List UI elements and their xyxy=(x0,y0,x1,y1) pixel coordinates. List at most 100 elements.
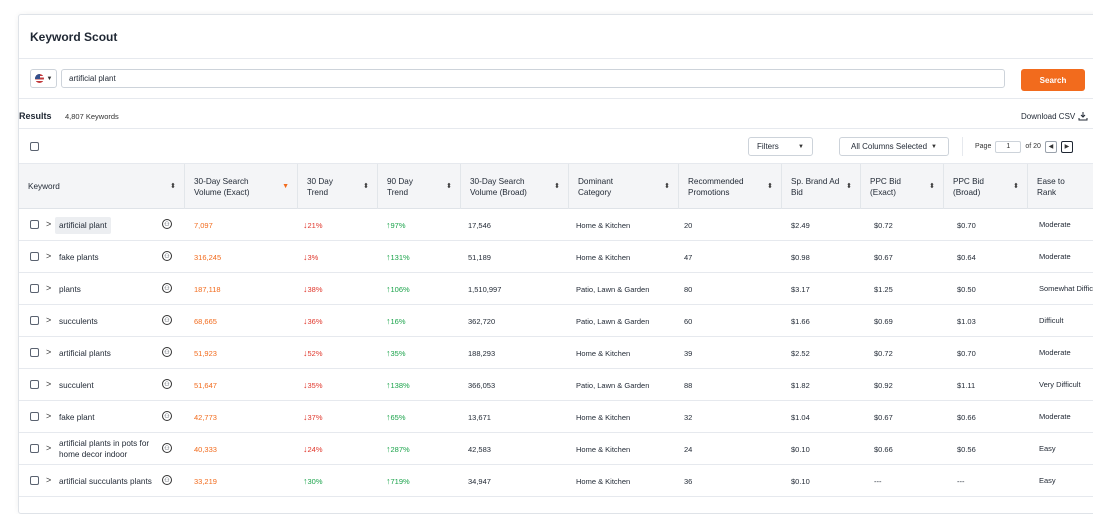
column-header-label: 90 Day Trend xyxy=(387,176,413,197)
table-row[interactable]: > succulents ⚇ 68,665 ↓36% ↑16% 362,720 … xyxy=(19,305,1093,337)
row-checkbox[interactable] xyxy=(30,252,39,261)
sort-icon[interactable]: ⬍ xyxy=(170,181,176,192)
columns-dropdown[interactable]: All Columns Selected ▼ xyxy=(839,137,949,156)
table-row[interactable]: > artificial plants in pots for home dec… xyxy=(19,433,1093,465)
sort-icon[interactable]: ⬍ xyxy=(1013,181,1019,192)
column-header-broad-volume[interactable]: 30-Day Search Volume (Broad) ⬍ xyxy=(461,164,569,209)
marketplace-dropdown[interactable]: ▼ xyxy=(30,69,57,88)
column-header-sp-brand-ad-bid[interactable]: Sp. Brand Ad Bid ⬍ xyxy=(782,164,861,209)
search-input[interactable] xyxy=(61,69,1005,88)
chevron-down-icon: ▼ xyxy=(46,75,53,82)
keyword-cell[interactable]: fake plant xyxy=(59,401,164,433)
row-checkbox[interactable] xyxy=(30,284,39,293)
select-all-checkbox[interactable] xyxy=(30,142,39,151)
person-icon[interactable]: ⚇ xyxy=(162,443,172,453)
table-row[interactable]: > artificial succulants plants ⚇ 33,219 … xyxy=(19,465,1093,497)
person-icon[interactable]: ⚇ xyxy=(162,347,172,357)
sort-icon[interactable]: ⬍ xyxy=(363,181,369,192)
keyword-cell[interactable]: plants xyxy=(59,273,164,305)
row-checkbox[interactable] xyxy=(30,316,39,325)
broad-volume-cell: 51,189 xyxy=(468,252,491,262)
keyword-cell[interactable]: artificial succulants plants xyxy=(59,465,164,497)
ppc-broad-cell: $1.03 xyxy=(957,316,976,326)
ppc-exact-cell: $0.67 xyxy=(874,412,893,422)
table-row[interactable]: > artificial plant ⚇ 7,097 ↓21% ↑97% 17,… xyxy=(19,209,1093,241)
prev-page-button[interactable]: ◀ xyxy=(1044,140,1057,153)
person-icon[interactable]: ⚇ xyxy=(162,411,172,421)
keyword-cell[interactable]: succulent xyxy=(59,369,164,401)
person-icon[interactable]: ⚇ xyxy=(162,219,172,229)
chevron-right-icon[interactable]: > xyxy=(46,443,51,453)
sort-icon[interactable]: ⬍ xyxy=(929,181,935,192)
search-button[interactable]: Search xyxy=(1021,69,1085,91)
ease-to-rank-cell: Moderate xyxy=(1039,348,1071,357)
row-checkbox[interactable] xyxy=(30,220,39,229)
sort-icon[interactable]: ⬍ xyxy=(554,181,560,192)
chevron-right-icon[interactable]: > xyxy=(46,315,51,325)
column-header-label: Ease to Rank xyxy=(1037,176,1065,197)
person-icon[interactable]: ⚇ xyxy=(162,283,172,293)
table-row[interactable]: > fake plant ⚇ 42,773 ↓37% ↑65% 13,671 H… xyxy=(19,401,1093,433)
row-checkbox[interactable] xyxy=(30,348,39,357)
chevron-right-icon[interactable]: > xyxy=(46,379,51,389)
sort-icon[interactable]: ⬍ xyxy=(846,181,852,192)
chevron-right-icon[interactable]: > xyxy=(46,219,51,229)
trend-90-cell: ↑65% xyxy=(386,401,406,433)
ease-to-rank-cell: Moderate xyxy=(1039,220,1071,229)
chevron-down-icon: ▼ xyxy=(931,143,937,150)
row-checkbox[interactable] xyxy=(30,412,39,421)
chevron-right-icon[interactable]: > xyxy=(46,283,51,293)
person-icon[interactable]: ⚇ xyxy=(162,251,172,261)
page-number-input[interactable]: 1 xyxy=(995,140,1022,153)
download-csv-label: Download CSV xyxy=(1021,111,1076,121)
results-label: Results xyxy=(19,111,52,121)
column-header-30-day-trend[interactable]: 30 Day Trend ⬍ xyxy=(298,164,378,209)
table-row[interactable]: > succulent ⚇ 51,647 ↓35% ↑138% 366,053 … xyxy=(19,369,1093,401)
sort-icon[interactable]: ⬍ xyxy=(664,181,670,192)
column-header-keyword[interactable]: Keyword ⬍ xyxy=(19,164,185,209)
keyword-cell[interactable]: artificial plants in pots for home decor… xyxy=(59,433,164,465)
column-header-exact-volume[interactable]: 30-Day Search Volume (Exact) ▼ xyxy=(185,164,298,209)
column-header-ppc-bid-exact[interactable]: PPC Bid (Exact) ⬍ xyxy=(861,164,944,209)
person-icon[interactable]: ⚇ xyxy=(162,475,172,485)
column-header-dominant-category[interactable]: Dominant Category ⬍ xyxy=(569,164,679,209)
keyword-cell[interactable]: fake plants xyxy=(59,241,164,273)
keyword-cell[interactable]: artificial plant xyxy=(55,209,164,241)
column-header-ease-to-rank[interactable]: Ease to Rank xyxy=(1028,164,1093,209)
chevron-right-icon[interactable]: > xyxy=(46,411,51,421)
keyword-cell[interactable]: succulents xyxy=(59,305,164,337)
filters-label: Filters xyxy=(757,142,779,151)
table-row[interactable]: > fake plants ⚇ 316,245 ↓3% ↑131% 51,189… xyxy=(19,241,1093,273)
table-row[interactable]: > artificial plants ⚇ 51,923 ↓52% ↑35% 1… xyxy=(19,337,1093,369)
sort-icon[interactable]: ⬍ xyxy=(767,181,773,192)
person-icon[interactable]: ⚇ xyxy=(162,315,172,325)
ppc-exact-cell: $1.25 xyxy=(874,284,893,294)
chevron-right-icon[interactable]: > xyxy=(46,251,51,261)
chevron-right-icon[interactable]: > xyxy=(46,347,51,357)
person-icon[interactable]: ⚇ xyxy=(162,379,172,389)
panel-header: Keyword Scout xyxy=(19,15,1093,59)
exact-volume-cell: 40,333 xyxy=(194,444,217,454)
sort-icon[interactable]: ⬍ xyxy=(446,181,452,192)
column-header-ppc-bid-broad[interactable]: PPC Bid (Broad) ⬍ xyxy=(944,164,1028,209)
row-checkbox[interactable] xyxy=(30,380,39,389)
column-header-recommended-promotions[interactable]: Recommended Promotions ⬍ xyxy=(679,164,782,209)
broad-volume-cell: 366,053 xyxy=(468,380,496,390)
row-checkbox[interactable] xyxy=(30,444,39,453)
exact-volume-cell: 51,647 xyxy=(194,380,217,390)
filters-dropdown[interactable]: Filters ▼ xyxy=(748,137,813,156)
chevron-right-icon[interactable]: > xyxy=(46,475,51,485)
pagination: Page 1 of 20 ◀ ▶ xyxy=(962,137,1073,156)
sort-desc-icon[interactable]: ▼ xyxy=(282,181,289,192)
trend-value: 131% xyxy=(390,253,410,262)
column-header-90-day-trend[interactable]: 90 Day Trend ⬍ xyxy=(378,164,461,209)
trend-value: 719% xyxy=(390,477,410,486)
next-page-button[interactable]: ▶ xyxy=(1060,140,1073,153)
trend-90-cell: ↑97% xyxy=(386,209,406,241)
trend-90-cell: ↑138% xyxy=(386,369,410,401)
keyword-cell[interactable]: artificial plants xyxy=(59,337,164,369)
download-csv-button[interactable]: Download CSV xyxy=(1021,111,1088,121)
promotions-cell: 88 xyxy=(684,380,693,390)
row-checkbox[interactable] xyxy=(30,476,39,485)
table-row[interactable]: > plants ⚇ 187,118 ↓38% ↑106% 1,510,997 … xyxy=(19,273,1093,305)
